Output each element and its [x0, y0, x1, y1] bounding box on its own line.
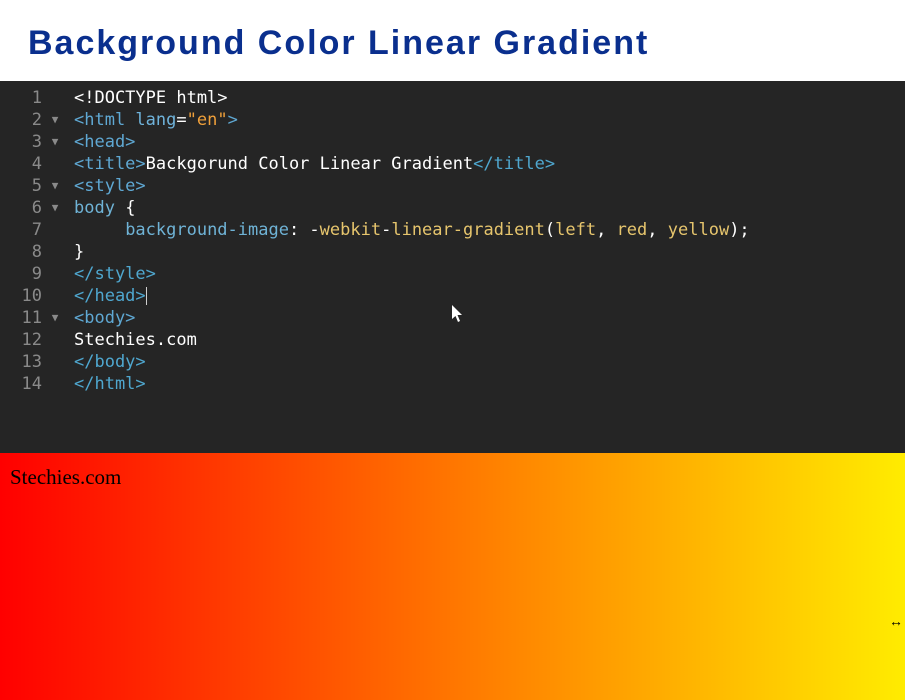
code-line[interactable]: <body> — [74, 307, 750, 329]
gutter-row: 3▼ — [0, 131, 68, 153]
line-number: 5 — [18, 175, 42, 197]
page-root: Background Color Linear Gradient 12▼3▼45… — [0, 0, 905, 700]
gutter-row: 8 — [0, 241, 68, 263]
line-number: 6 — [18, 197, 42, 219]
resize-handle-icon[interactable]: ↔ — [889, 613, 903, 629]
code-line[interactable]: </head> — [74, 285, 750, 307]
code-line[interactable]: Stechies.com — [74, 329, 750, 351]
code-line[interactable]: </body> — [74, 351, 750, 373]
code-line[interactable]: <style> — [74, 175, 750, 197]
line-number: 7 — [18, 219, 42, 241]
code-line[interactable]: } — [74, 241, 750, 263]
gutter-row: 5▼ — [0, 175, 68, 197]
gutter-row: 12 — [0, 329, 68, 351]
fold-toggle-icon[interactable]: ▼ — [46, 197, 64, 219]
line-number: 10 — [18, 285, 42, 307]
line-number: 8 — [18, 241, 42, 263]
line-number: 3 — [18, 131, 42, 153]
rendered-preview: Stechies.com ↔ — [0, 453, 905, 700]
gutter-row: 7 — [0, 219, 68, 241]
editor-code-area[interactable]: <!DOCTYPE html><html lang="en"><head><ti… — [68, 81, 750, 453]
code-editor[interactable]: 12▼3▼45▼6▼7891011▼121314 <!DOCTYPE html>… — [0, 81, 905, 453]
page-header: Background Color Linear Gradient — [0, 0, 905, 81]
gutter-row: 9 — [0, 263, 68, 285]
gutter-row: 13 — [0, 351, 68, 373]
code-line[interactable]: </style> — [74, 263, 750, 285]
gutter-row: 4 — [0, 153, 68, 175]
code-line[interactable]: background-image: -webkit-linear-gradien… — [74, 219, 750, 241]
gutter-row: 1 — [0, 87, 68, 109]
code-line[interactable]: </html> — [74, 373, 750, 395]
line-number: 9 — [18, 263, 42, 285]
code-line[interactable]: <html lang="en"> — [74, 109, 750, 131]
fold-toggle-icon[interactable]: ▼ — [46, 109, 64, 131]
code-line[interactable]: <title>Backgorund Color Linear Gradient<… — [74, 153, 750, 175]
preview-body-text: Stechies.com — [10, 465, 121, 489]
line-number: 2 — [18, 109, 42, 131]
code-line[interactable]: body { — [74, 197, 750, 219]
line-number: 14 — [18, 373, 42, 395]
gutter-row: 10 — [0, 285, 68, 307]
page-title: Background Color Linear Gradient — [28, 24, 877, 63]
fold-toggle-icon[interactable]: ▼ — [46, 307, 64, 329]
line-number: 12 — [18, 329, 42, 351]
code-line[interactable]: <head> — [74, 131, 750, 153]
fold-toggle-icon[interactable]: ▼ — [46, 175, 64, 197]
fold-toggle-icon[interactable]: ▼ — [46, 131, 64, 153]
gutter-row: 14 — [0, 373, 68, 395]
line-number: 13 — [18, 351, 42, 373]
editor-gutter: 12▼3▼45▼6▼7891011▼121314 — [0, 81, 68, 453]
line-number: 11 — [18, 307, 42, 329]
gutter-row: 2▼ — [0, 109, 68, 131]
gutter-row: 6▼ — [0, 197, 68, 219]
code-line[interactable]: <!DOCTYPE html> — [74, 87, 750, 109]
line-number: 4 — [18, 153, 42, 175]
gutter-row: 11▼ — [0, 307, 68, 329]
line-number: 1 — [18, 87, 42, 109]
